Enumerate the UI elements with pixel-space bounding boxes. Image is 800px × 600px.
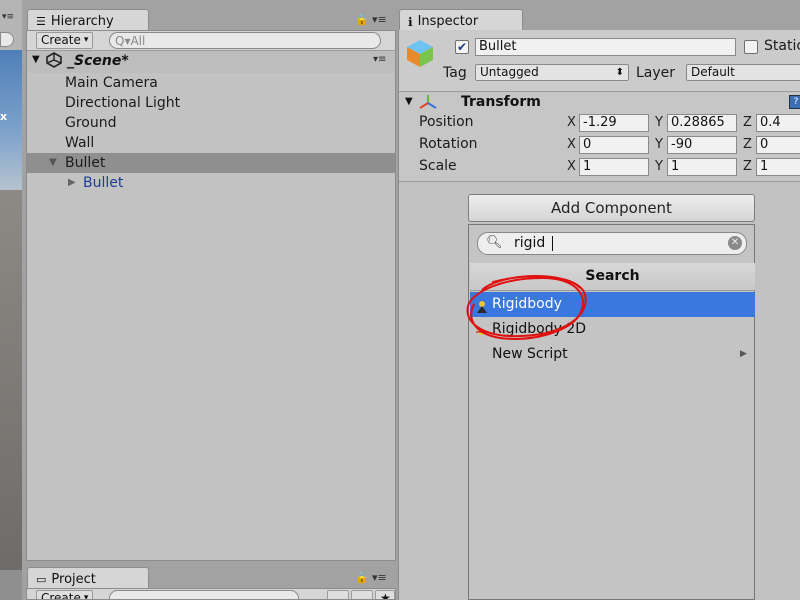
axis-z-label: Z [743,159,752,174]
chevron-down-icon: ▾ [83,593,89,600]
rotation-z-field[interactable]: 0 [756,136,800,154]
project-create-dropdown[interactable]: Create ▾ [36,590,94,600]
component-search-value: rigid [514,235,546,251]
scene-gizmo-x: x [0,110,8,123]
tab-project[interactable]: ▭ Project [27,567,149,589]
info-icon: ℹ [408,14,413,29]
clear-search-icon[interactable]: ✕ [728,236,742,250]
position-x-field[interactable]: -1.29 [579,114,649,132]
search-placeholder: Q▾All [115,33,146,48]
scale-x-field[interactable]: 1 [579,158,649,176]
tab-inspector[interactable]: ℹ Inspector [399,9,523,31]
hierarchy-item-directional-light[interactable]: Directional Light [27,93,395,113]
create-dropdown[interactable]: Create ▾ [36,32,94,49]
position-z-field[interactable]: 0.4 [756,114,800,132]
scale-label: Scale [419,158,457,174]
static-checkbox[interactable] [744,40,758,54]
scale-z-field[interactable]: 1 [756,158,800,176]
axis-x-label: X [567,159,576,174]
scale-y-field[interactable]: 1 [667,158,737,176]
foldout-open-icon[interactable]: ▼ [49,153,57,173]
chevron-down-icon: ▾ [83,35,89,45]
axis-y-label: Y [655,159,663,174]
text-caret [552,236,553,251]
axis-x-label: X [567,137,576,152]
foldout-closed-icon[interactable]: ▶ [68,173,76,193]
tag-dropdown[interactable]: Untagged ⬍ [475,64,629,81]
tab-project-label: Project [51,572,96,587]
axis-z-label: Z [743,115,752,130]
hierarchy-item-bullet-child[interactable]: ▶ Bullet [27,173,395,193]
component-search-input[interactable]: 🔍︎ rigid ✕ [477,232,747,255]
layer-label: Layer [636,65,676,81]
layer-dropdown[interactable]: Default [686,64,800,81]
create-label: Create [41,591,81,600]
gameobject-cube-icon [405,38,435,68]
hierarchy-item-label: Wall [65,135,95,151]
rotation-label: Rotation [419,136,478,152]
scene-menu-icon[interactable]: ▾≡ [373,54,386,65]
axis-y-label: Y [655,115,663,130]
axis-y-label: Y [655,137,663,152]
transform-title: Transform [461,94,541,110]
hierarchy-toolbar: Create ▾ Q▾All [27,31,395,51]
tab-inspector-label: Inspector [417,14,479,29]
tab-hierarchy[interactable]: ☰ Hierarchy [27,9,149,31]
tab-hierarchy-label: Hierarchy [50,14,114,29]
project-toolbar: Create ▾ ★ [27,589,395,600]
panel-menu-icon[interactable]: ▾≡ [372,571,387,584]
submenu-arrow-icon: ▶ [740,349,747,359]
favorites-icon[interactable]: ★ [375,590,395,599]
scene-row[interactable]: ▼ _Scene* ▾≡ [27,51,395,73]
scene-name: _Scene* [67,53,129,69]
hierarchy-item-wall[interactable]: Wall [27,133,395,153]
foldout-open-icon[interactable]: ▼ [32,54,40,65]
foldout-open-icon[interactable]: ▼ [405,96,413,107]
transform-component: ▼ Transform ? Position X -1.29 Y 0.28865… [399,92,800,182]
unity-scene-icon [46,52,62,68]
active-checkbox[interactable]: ✔ [455,40,469,54]
position-y-field[interactable]: 0.28865 [667,114,737,132]
filter-by-label-icon[interactable] [351,590,373,599]
hierarchy-item-label: Ground [65,115,117,131]
hierarchy-panel: Create ▾ Q▾All ▼ _Scene* ▾≡ Main Camera … [26,30,396,561]
axis-z-label: Z [743,137,752,152]
hierarchy-item-label: Bullet [65,155,106,171]
project-panel: Create ▾ ★ [26,588,396,600]
hierarchy-item-label: Main Camera [65,75,158,91]
hierarchy-item-bullet[interactable]: ▼ Bullet [27,153,395,173]
rotation-y-field[interactable]: -90 [667,136,737,154]
project-search-input[interactable] [109,590,299,599]
transform-axes-icon [418,94,438,110]
help-icon[interactable]: ? [789,95,800,109]
object-header: ✔ Bullet Static Tag Untagged ⬍ Layer Def… [399,30,800,92]
rotation-x-field[interactable]: 0 [579,136,649,154]
lock-icon[interactable]: 🔒 [355,13,369,26]
updown-arrow-icon: ⬍ [615,67,624,78]
hierarchy-item-ground[interactable]: Ground [27,113,395,133]
scene-view-edge: ▾≡ x [0,0,22,600]
hierarchy-item-main-camera[interactable]: Main Camera [27,73,395,93]
static-label: Static [764,38,800,54]
layer-value: Default [691,65,735,79]
red-annotation-circle [466,275,587,340]
scene-ground [0,190,22,570]
tag-label: Tag [443,65,467,81]
folder-icon: ▭ [36,573,47,586]
lock-icon[interactable]: 🔒 [355,571,369,584]
add-component-button[interactable]: Add Component [468,194,755,222]
tag-value: Untagged [480,65,539,79]
hierarchy-item-label: Directional Light [65,95,181,111]
create-label: Create [41,33,81,47]
search-icon: 🔍︎ [486,235,503,250]
axis-x-label: X [567,115,576,130]
panel-menu-icon[interactable]: ▾≡ [372,13,387,26]
hierarchy-search-input[interactable]: Q▾All [109,32,381,49]
position-label: Position [419,114,474,130]
filter-by-type-icon[interactable] [327,590,349,599]
list-icon: ☰ [36,15,46,28]
object-name-field[interactable]: Bullet [475,38,736,56]
menu-arrow-icon[interactable]: ▾≡ [2,12,14,22]
